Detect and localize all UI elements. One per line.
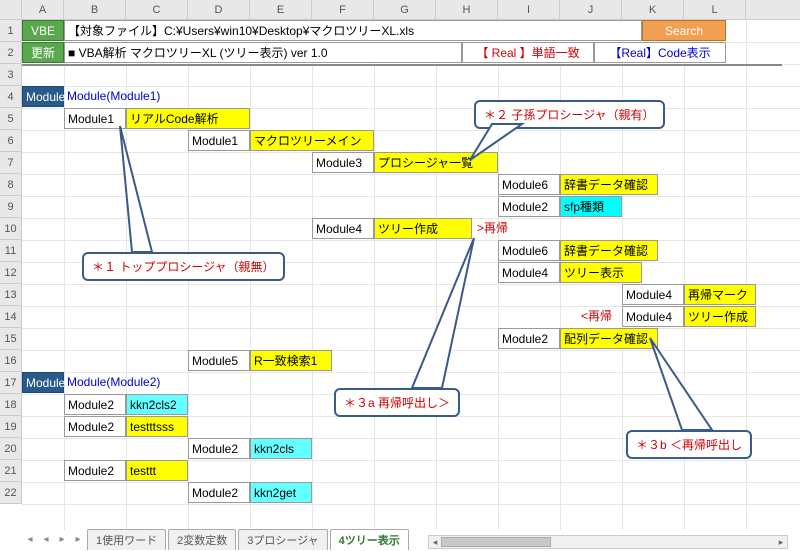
column-headers: A B C D E F G H I J K L xyxy=(0,0,800,20)
real-code-button[interactable]: 【Real】Code表示 xyxy=(594,42,726,63)
sheet-tab-3[interactable]: 3プロシージャ xyxy=(238,529,327,550)
callout-2: ＊２ 子孫プロシージャ（親有） xyxy=(474,100,665,129)
cell-proc[interactable]: kkn2cls2 xyxy=(126,394,188,415)
scroll-thumb[interactable] xyxy=(441,537,551,547)
row-header[interactable]: 16 xyxy=(0,350,22,372)
row-header[interactable]: 21 xyxy=(0,460,22,482)
row-header[interactable]: 7 xyxy=(0,152,22,174)
row-header[interactable]: 17 xyxy=(0,372,22,394)
cell-proc[interactable]: ツリー作成 xyxy=(684,306,756,327)
update-button[interactable]: 更新 xyxy=(22,42,64,63)
cell-proc[interactable]: ツリー作成 xyxy=(374,218,472,239)
cell-module[interactable]: Module2 xyxy=(64,394,126,415)
module2-header: Module(Module2) xyxy=(64,372,163,393)
row-header[interactable]: 8 xyxy=(0,174,22,196)
cell-module[interactable]: Module4 xyxy=(498,262,560,283)
row-header[interactable]: 14 xyxy=(0,306,22,328)
cell-proc[interactable]: R一致検索1 xyxy=(250,350,332,371)
tab-next-all-icon[interactable]: ▸ xyxy=(71,534,85,545)
tab-prev-icon[interactable]: ◂ xyxy=(39,534,53,545)
row-header[interactable]: 19 xyxy=(0,416,22,438)
row-header[interactable]: 10 xyxy=(0,218,22,240)
cell-module[interactable]: Module6 xyxy=(498,240,560,261)
target-file-path: 【対象ファイル】C:¥Users¥win10¥Desktop¥マクロツリーXL.… xyxy=(64,20,642,41)
row-header[interactable]: 22 xyxy=(0,482,22,504)
sheet-tab-2[interactable]: 2変数定数 xyxy=(168,529,236,550)
cell-proc[interactable]: kkn2get xyxy=(250,482,312,503)
analysis-title: ■ VBA解析 マクロツリーXL (ツリー表示) ver 1.0 xyxy=(64,42,462,63)
row-header[interactable]: 6 xyxy=(0,130,22,152)
sheet-tab-1[interactable]: 1使用ワード xyxy=(87,529,166,550)
cell-proc[interactable]: ツリー表示 xyxy=(560,262,642,283)
cell-proc[interactable]: kkn2cls xyxy=(250,438,312,459)
callout-3a: ＊３a 再帰呼出し＞ xyxy=(334,388,460,417)
spreadsheet-grid[interactable]: VBE 【対象ファイル】C:¥Users¥win10¥Desktop¥マクロツリ… xyxy=(22,20,800,530)
cell-proc[interactable]: プロシージャ一覧 xyxy=(374,152,498,173)
cell-module[interactable]: Module4 xyxy=(622,284,684,305)
cell-module[interactable]: Module2 xyxy=(64,460,126,481)
real-word-button[interactable]: 【 Real 】単語一致 xyxy=(462,42,594,63)
tab-prev-all-icon[interactable]: ◂ xyxy=(23,534,37,545)
recursion-marker: >再帰 xyxy=(474,218,511,239)
recursion-back-marker: <再帰 xyxy=(578,306,615,327)
cell-module[interactable]: Module2 xyxy=(64,416,126,437)
sheet-tab-4[interactable]: 4ツリー表示 xyxy=(330,529,409,550)
cell-module[interactable]: Module2 xyxy=(498,328,560,349)
cell-module[interactable]: Module2 xyxy=(188,482,250,503)
search-button[interactable]: Search xyxy=(642,20,726,41)
cell-module[interactable]: Module1 xyxy=(188,130,250,151)
cell-proc[interactable]: 配列データ確認 xyxy=(560,328,658,349)
tab-next-icon[interactable]: ▸ xyxy=(55,534,69,545)
cell-module[interactable]: Module6 xyxy=(498,174,560,195)
row-header[interactable]: 20 xyxy=(0,438,22,460)
row-header[interactable]: 2 xyxy=(0,42,22,64)
callout-1: ＊１ トッププロシージャ（親無） xyxy=(82,252,285,281)
cell-proc[interactable]: 辞書データ確認 xyxy=(560,174,658,195)
scroll-right-icon[interactable]: ▸ xyxy=(775,536,787,548)
vbe-button[interactable]: VBE xyxy=(22,20,64,41)
row-header[interactable]: 15 xyxy=(0,328,22,350)
cell-module[interactable]: Module5 xyxy=(188,350,250,371)
cell-proc[interactable]: リアルCode解析 xyxy=(126,108,250,129)
row-header[interactable]: 18 xyxy=(0,394,22,416)
row-header[interactable]: 9 xyxy=(0,196,22,218)
row-header[interactable]: 11 xyxy=(0,240,22,262)
cell-proc[interactable]: 再帰マーク xyxy=(684,284,756,305)
cell-module[interactable]: Module3 xyxy=(312,152,374,173)
row-header[interactable]: 13 xyxy=(0,284,22,306)
callout-3b: ＊３b ＜再帰呼出し xyxy=(626,430,752,459)
cell-module[interactable]: Module2 xyxy=(498,196,560,217)
cell-module[interactable]: Module4 xyxy=(622,306,684,327)
row-header[interactable]: 5 xyxy=(0,108,22,130)
cell-proc[interactable]: testtt xyxy=(126,460,188,481)
row-header[interactable]: 1 xyxy=(0,20,22,42)
cell-proc[interactable]: マクロツリーメイン xyxy=(250,130,374,151)
row-header[interactable]: 3 xyxy=(0,64,22,86)
cell-proc[interactable]: sfp種類 xyxy=(560,196,622,217)
module1-header: Module(Module1) xyxy=(64,86,163,107)
cell-module[interactable]: Module4 xyxy=(312,218,374,239)
scroll-left-icon[interactable]: ◂ xyxy=(429,536,441,548)
module1-block: Module xyxy=(22,86,64,107)
cell-proc[interactable]: testttsss xyxy=(126,416,188,437)
horizontal-scrollbar[interactable]: ◂ ▸ xyxy=(428,535,788,549)
row-header[interactable]: 4 xyxy=(0,86,22,108)
cell-module[interactable]: Module2 xyxy=(188,438,250,459)
cell-module[interactable]: Module1 xyxy=(64,108,126,129)
row-header[interactable]: 12 xyxy=(0,262,22,284)
cell-proc[interactable]: 辞書データ確認 xyxy=(560,240,658,261)
sheet-tabs: ◂ ◂ ▸ ▸ 1使用ワード 2変数定数 3プロシージャ 4ツリー表示 xyxy=(23,529,409,549)
module2-block: Module xyxy=(22,372,64,393)
